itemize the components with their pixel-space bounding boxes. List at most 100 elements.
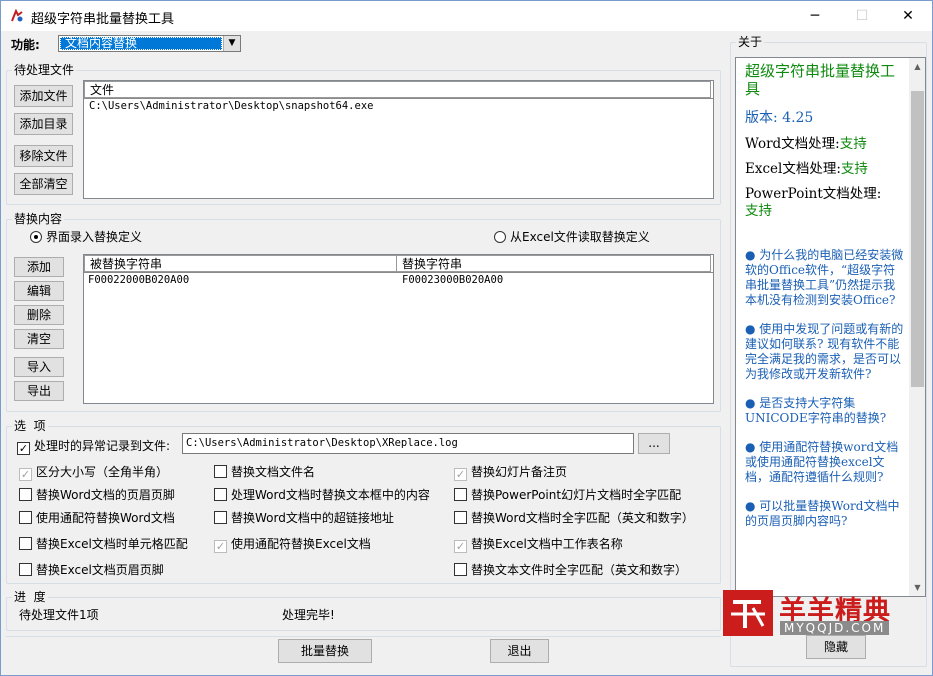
about-version: 版本: 4.25 (745, 110, 814, 126)
function-label: 功能: (11, 38, 40, 52)
replace-content-label: 替换内容 (12, 212, 65, 226)
radio-ui-entry[interactable]: 界面录入替换定义 (30, 230, 142, 244)
about-scrollbar[interactable]: ▲ ▼ (909, 58, 925, 596)
option-label: 替换Word文档时全字匹配（英文和数字） (471, 511, 694, 525)
radio-on-icon (30, 231, 42, 243)
option-checkbox[interactable]: 替换文本文件时全字匹配（英文和数字） (454, 563, 687, 577)
window-title: 超级字符串批量替换工具 (31, 12, 175, 27)
scroll-down-icon[interactable]: ▼ (909, 579, 925, 596)
edit-rule-button[interactable]: 编辑 (14, 281, 64, 301)
checkbox-empty-icon (214, 511, 227, 524)
feature-excel-value: 支持 (840, 161, 868, 177)
scroll-up-icon[interactable]: ▲ (909, 58, 925, 75)
option-checkbox[interactable]: ✓ 使用通配符替换Excel文档 (214, 537, 371, 553)
watermark-logo-icon (731, 600, 765, 628)
column-from[interactable]: 被替换字符串 (84, 255, 397, 272)
checkbox-empty-icon (454, 511, 467, 524)
import-button[interactable]: 导入 (14, 357, 64, 377)
file-row[interactable]: C:\Users\Administrator\Desktop\snapshot6… (89, 100, 373, 112)
option-label: 替换Word文档中的超链接地址 (231, 511, 394, 525)
status-text: 处理完毕! (282, 608, 335, 622)
option-checkbox[interactable]: 替换Excel文档时单元格匹配 (19, 537, 188, 551)
hide-button[interactable]: 隐藏 (806, 635, 866, 659)
file-list[interactable]: 文件 C:\Users\Administrator\Desktop\snapsh… (83, 80, 714, 199)
function-select[interactable]: 文档内容替换 ▼ (58, 35, 241, 52)
exit-button[interactable]: 退出 (490, 639, 549, 663)
checkbox-empty-icon (454, 488, 467, 501)
log-checkbox[interactable]: ✓ 处理时的异常记录到文件: (17, 439, 170, 455)
feature-excel: Excel文档处理:支持 (745, 161, 905, 178)
checkmark-icon: ✓ (19, 468, 32, 481)
option-label: 处理Word文档时替换文本框中的内容 (231, 488, 430, 502)
log-label: 处理时的异常记录到文件: (34, 439, 171, 453)
faq-item-1[interactable]: ● 为什么我的电脑已经安装微软的Office软件，“超级字符串批量替换工具”仍然… (745, 248, 905, 308)
faq-item-3[interactable]: ● 是否支持大字符集UNICODE字符串的替换? (745, 396, 905, 426)
option-checkbox[interactable]: ✓ 替换Excel文档中工作表名称 (454, 537, 623, 553)
checkmark-icon: ✓ (17, 442, 30, 455)
chevron-down-icon[interactable]: ▼ (223, 36, 240, 51)
checkbox-empty-icon (19, 511, 32, 524)
browse-button[interactable]: ... (638, 433, 670, 454)
radio-ui-label: 界面录入替换定义 (46, 230, 143, 244)
option-checkbox[interactable]: 处理Word文档时替换文本框中的内容 (214, 488, 430, 502)
scroll-thumb[interactable] (911, 91, 924, 387)
column-file[interactable]: 文件 (84, 81, 711, 98)
clear-rules-button[interactable]: 清空 (14, 329, 64, 349)
checkmark-icon: ✓ (214, 540, 227, 553)
add-rule-button[interactable]: 添加 (14, 257, 64, 277)
option-checkbox[interactable]: 使用通配符替换Word文档 (19, 511, 175, 525)
option-label: 替换文本文件时全字匹配（英文和数字） (471, 563, 688, 577)
option-checkbox[interactable]: 替换Word文档的页眉页脚 (19, 488, 175, 502)
option-label: 区分大小写（全角半角） (36, 465, 169, 479)
rule-to-cell[interactable]: F00023000B020A00 (402, 274, 503, 286)
checkmark-icon: ✓ (454, 540, 467, 553)
checkbox-empty-icon (19, 488, 32, 501)
add-folder-button[interactable]: 添加目录 (14, 113, 73, 135)
rule-from-cell[interactable]: F00022000B020A00 (88, 274, 189, 286)
delete-rule-button[interactable]: 删除 (14, 305, 64, 325)
remove-file-button[interactable]: 移除文件 (14, 145, 73, 167)
option-checkbox[interactable]: 替换文档文件名 (214, 465, 315, 479)
option-label: 替换Excel文档中工作表名称 (471, 537, 623, 551)
maximize-icon[interactable]: ☐ (839, 1, 885, 31)
option-checkbox[interactable]: ✓ 替换幻灯片备注页 (454, 465, 567, 481)
pending-count-text: 待处理文件1项 (19, 608, 99, 622)
minimize-icon[interactable]: ─ (792, 1, 838, 31)
column-to[interactable]: 替换字符串 (397, 255, 711, 272)
radio-excel-label: 从Excel文件读取替换定义 (510, 230, 650, 244)
option-label: 替换Word文档的页眉页脚 (36, 488, 175, 502)
option-label: 替换Excel文档时单元格匹配 (36, 537, 188, 551)
about-panel[interactable]: 超级字符串批量替换工具 版本: 4.25 Word文档处理:支持 Excel文档… (735, 57, 926, 597)
replace-rules-table[interactable]: 被替换字符串 替换字符串 F00022000B020A00 F00023000B… (83, 254, 714, 404)
option-checkbox[interactable]: ✓ 区分大小写（全角半角） (19, 465, 168, 481)
about-label: 关于 (736, 35, 765, 49)
feature-excel-label: Excel文档处理: (745, 161, 841, 177)
export-button[interactable]: 导出 (14, 381, 64, 401)
option-checkbox[interactable]: 替换Word文档时全字匹配（英文和数字） (454, 511, 694, 525)
option-checkbox[interactable]: 替换Word文档中的超链接地址 (214, 511, 394, 525)
close-icon[interactable]: ✕ (885, 1, 931, 31)
option-label: 替换文档文件名 (231, 465, 316, 479)
option-checkbox[interactable]: 替换PowerPoint幻灯片文档时全字匹配 (454, 488, 681, 502)
option-label: 使用通配符替换Word文档 (36, 511, 175, 525)
faq-item-4[interactable]: ● 使用通配符替换word文档或使用通配符替换excel文档，通配符遵循什么规则… (745, 440, 905, 485)
faq-item-2[interactable]: ● 使用中发现了问题或有新的建议如何联系? 现有软件不能完全满足我的需求，是否可… (745, 322, 905, 382)
checkbox-empty-icon (214, 488, 227, 501)
feature-ppt: PowerPoint文档处理: 支持 (745, 186, 905, 220)
checkbox-empty-icon (19, 563, 32, 576)
clear-all-button[interactable]: 全部清空 (14, 173, 73, 195)
option-checkbox[interactable]: 替换Excel文档页眉页脚 (19, 563, 164, 577)
option-label: 替换Excel文档页眉页脚 (36, 563, 164, 577)
radio-off-icon (494, 231, 506, 243)
feature-word-value: 支持 (839, 136, 867, 152)
add-file-button[interactable]: 添加文件 (14, 85, 73, 107)
option-label: 替换PowerPoint幻灯片文档时全字匹配 (471, 488, 682, 502)
option-label: 使用通配符替换Excel文档 (231, 537, 371, 551)
radio-excel-source[interactable]: 从Excel文件读取替换定义 (494, 230, 650, 244)
feature-word: Word文档处理:支持 (745, 136, 905, 153)
faq-item-5[interactable]: ● 可以批量替换Word文档中的页眉页脚内容吗? (745, 499, 905, 529)
batch-replace-button[interactable]: 批量替换 (278, 639, 372, 663)
log-path-input[interactable]: C:\Users\Administrator\Desktop\XReplace.… (182, 433, 634, 454)
app-icon (11, 9, 23, 22)
